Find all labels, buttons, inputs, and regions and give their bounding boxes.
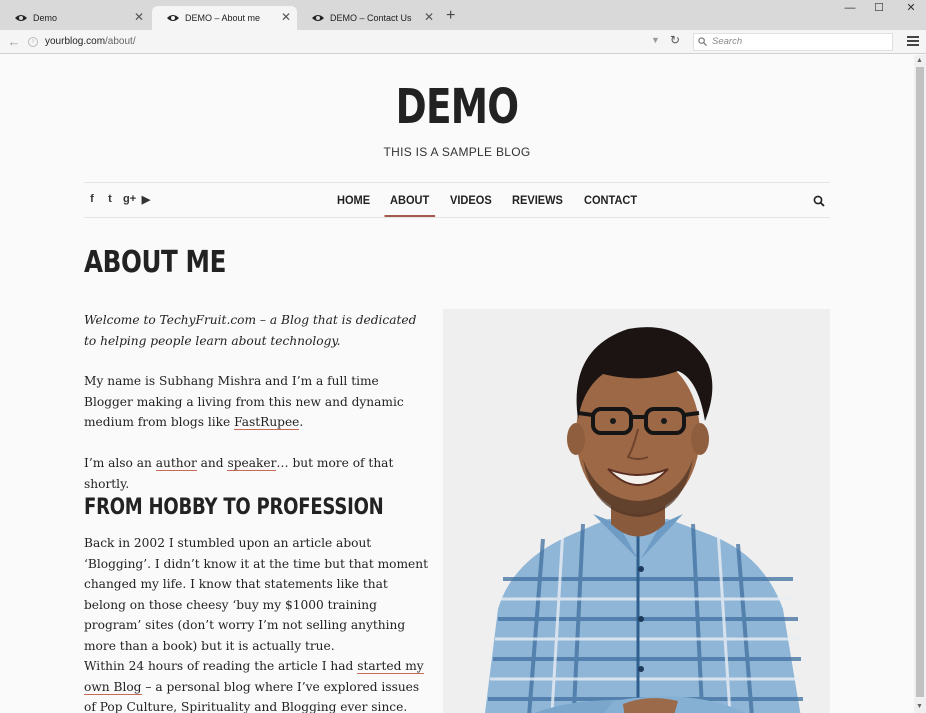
url-dropdown-icon[interactable]: ▼ <box>651 35 660 45</box>
address-bar[interactable]: yourblog.com/about/ <box>45 36 136 47</box>
fastrupee-link[interactable]: FastRupee <box>234 415 300 430</box>
social-links: f t g+ ▶ <box>87 193 151 206</box>
url-host: yourblog.com <box>45 36 106 47</box>
scroll-up-arrow-icon[interactable]: ▲ <box>916 57 923 64</box>
tab-label: Demo <box>33 13 58 23</box>
author-link[interactable]: author <box>155 456 197 471</box>
tab-demo[interactable]: Demo ✕ <box>0 6 150 30</box>
youtube-icon[interactable]: ▶ <box>141 193 151 206</box>
nav-home[interactable]: HOME <box>337 193 370 218</box>
bio-text-end: . <box>299 415 304 429</box>
eye-icon <box>312 15 324 21</box>
eye-icon <box>15 15 27 21</box>
tab-bar: Demo ✕ DEMO – About me ✕ DEMO – Contact … <box>0 0 926 30</box>
eye-icon <box>167 15 179 21</box>
author-paragraph: I’m also an author and speaker… but more… <box>84 453 429 494</box>
nav-top-divider <box>84 182 830 183</box>
blog-paragraph: Within 24 hours of reading the article I… <box>84 656 429 713</box>
search-icon <box>698 37 707 46</box>
page-viewport: DEMO THIS IS A SAMPLE BLOG f t g+ ▶ HOME… <box>0 55 914 713</box>
navigation-toolbar: ← i yourblog.com/about/ ▼ ↻ Search <box>0 30 926 54</box>
google-plus-icon[interactable]: g+ <box>123 193 136 206</box>
new-tab-button[interactable]: + <box>446 8 455 24</box>
portrait-illustration <box>485 327 803 713</box>
blog-text: Within 24 hours of reading the article I… <box>84 659 358 673</box>
nav-reviews[interactable]: REVIEWS <box>512 193 563 218</box>
hamburger-menu-icon[interactable] <box>907 36 919 48</box>
tab-close-icon[interactable]: ✕ <box>424 11 434 23</box>
scroll-down-arrow-icon[interactable]: ▼ <box>916 703 923 710</box>
section-heading: FROM HOBBY TO PROFESSION <box>84 495 384 520</box>
nav-about[interactable]: ABOUT <box>384 193 435 218</box>
tab-contact-us[interactable]: DEMO – Contact Us ✕ <box>297 6 440 30</box>
vertical-scrollbar[interactable]: ▲ ▼ <box>914 55 926 713</box>
hobby-paragraph: Back in 2002 I stumbled upon an article … <box>84 536 428 653</box>
author-portrait <box>443 309 830 713</box>
browser-search-input[interactable]: Search <box>693 33 893 51</box>
author-text-mid: and <box>196 456 228 470</box>
main-nav: HOME ABOUT VIDEOS REVIEWS CONTACT <box>337 193 659 218</box>
nav-videos[interactable]: VIDEOS <box>450 193 492 218</box>
back-arrow-icon[interactable]: ← <box>6 34 22 50</box>
bio-paragraph: My name is Subhang Mishra and I’m a full… <box>84 371 429 433</box>
tab-close-icon[interactable]: ✕ <box>281 11 291 23</box>
nav-contact[interactable]: CONTACT <box>584 193 637 218</box>
intro-paragraph: Welcome to TechyFruit.com – a Blog that … <box>84 313 417 348</box>
search-icon[interactable] <box>813 195 825 207</box>
close-window-button[interactable]: ✕ <box>896 0 926 18</box>
minimize-button[interactable]: — <box>835 0 865 18</box>
info-icon[interactable]: i <box>28 37 38 47</box>
site-title[interactable]: DEMO <box>101 79 814 135</box>
site-tagline: THIS IS A SAMPLE BLOG <box>383 145 531 159</box>
page-title: ABOUT ME <box>84 245 227 280</box>
tab-label: DEMO – Contact Us <box>330 13 412 23</box>
tab-about-me[interactable]: DEMO – About me ✕ <box>152 6 297 30</box>
search-placeholder: Search <box>712 36 743 47</box>
url-path: /about/ <box>105 36 136 47</box>
author-text: I’m also an <box>84 456 156 470</box>
facebook-icon[interactable]: f <box>87 193 97 206</box>
reload-icon[interactable]: ↻ <box>670 33 680 47</box>
scrollbar-thumb[interactable] <box>916 67 924 697</box>
maximize-button[interactable]: ☐ <box>864 0 894 18</box>
tab-close-icon[interactable]: ✕ <box>134 11 144 23</box>
speaker-link[interactable]: speaker <box>227 456 277 471</box>
tab-label: DEMO – About me <box>185 13 261 23</box>
twitter-icon[interactable]: t <box>105 193 115 206</box>
